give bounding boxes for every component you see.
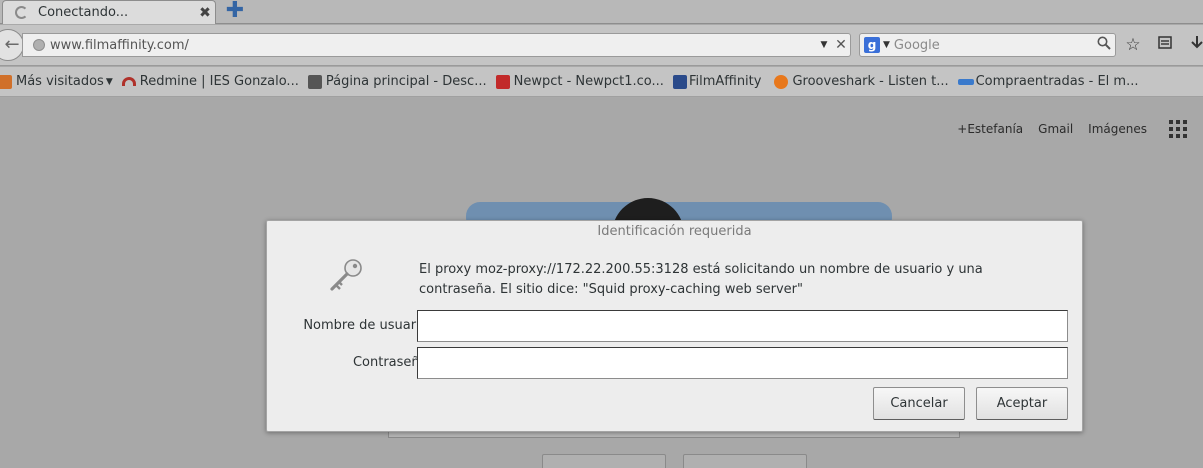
bookmark-label: Grooveshark - Listen t... (792, 74, 949, 89)
redmine-icon (121, 77, 136, 86)
stop-icon[interactable]: ✕ (832, 37, 850, 53)
filmaffinity-icon (672, 74, 687, 89)
folder-icon (0, 74, 12, 89)
bookmark-label: Newpct - Newpct1.co... (513, 74, 664, 89)
proxy-auth-dialog: Identificación requerida El proxy moz-pr… (266, 220, 1083, 432)
cancel-button[interactable]: Cancelar (873, 387, 965, 420)
username-field[interactable] (417, 310, 1068, 342)
url-text[interactable]: www.filmaffinity.com/ (50, 38, 816, 53)
password-field[interactable] (417, 347, 1068, 379)
back-arrow-icon[interactable]: ← (0, 29, 24, 61)
bookmark-mas-visitados[interactable]: Más visitados ▼ (0, 74, 113, 89)
search-input[interactable]: Google (894, 38, 1093, 53)
google-search-button[interactable] (542, 454, 666, 468)
username-label: Nombre de usuario: (303, 318, 432, 333)
wiki-icon (307, 74, 322, 89)
bookmark-label: Redmine | IES Gonzalo... (139, 74, 299, 89)
newpct-icon (495, 74, 510, 89)
tab-loading[interactable]: Conectando... ✖ (2, 0, 216, 24)
bookmarks-list-icon[interactable] (1154, 33, 1176, 57)
tab-close-icon[interactable]: ✖ (195, 5, 215, 21)
globe-icon (33, 39, 45, 51)
bookmark-newpct[interactable]: Newpct - Newpct1.co... (495, 74, 664, 89)
bookmark-label: Más visitados (16, 74, 104, 89)
new-tab-icon[interactable]: ✚ (224, 0, 246, 22)
tab-strip: Conectando... ✖ ✚ (0, 0, 1203, 24)
search-bar[interactable]: g ▼ Google (859, 33, 1116, 57)
bookmark-grooveshark[interactable]: Grooveshark - Listen t... (774, 74, 949, 89)
bookmark-label: Compraentradas - El m... (975, 74, 1139, 89)
images-link[interactable]: Imágenes (1088, 122, 1147, 136)
gmail-link[interactable]: Gmail (1038, 122, 1073, 136)
google-top-links: +Estefanía Gmail Imágenes (957, 122, 1147, 136)
dialog-message: El proxy moz-proxy://172.22.200.55:3128 … (419, 262, 983, 297)
engine-dropdown-icon[interactable]: ▼ (883, 40, 890, 50)
tab-title: Conectando... (38, 5, 129, 20)
grooveshark-icon (774, 74, 789, 89)
bookmark-label: Página principal - Desc... (325, 74, 487, 89)
chevron-down-icon: ▼ (105, 76, 113, 87)
bookmark-label: FilmAffinity (688, 74, 762, 89)
bookmark-redmine[interactable]: Redmine | IES Gonzalo... (121, 74, 299, 89)
bookmark-compraentradas[interactable]: Compraentradas - El m... (957, 74, 1139, 89)
bookmark-star-icon[interactable]: ☆ (1122, 33, 1144, 57)
downloads-icon[interactable] (1186, 33, 1203, 57)
google-icon[interactable]: g (864, 37, 880, 53)
loading-spinner-icon (15, 6, 28, 19)
history-dropdown-icon[interactable]: ▼ (816, 40, 832, 50)
dialog-title: Identificación requerida (597, 224, 752, 239)
bookmarks-toolbar: Más visitados ▼ Redmine | IES Gonzalo...… (0, 67, 1203, 97)
bookmark-pagina-principal[interactable]: Página principal - Desc... (307, 74, 487, 89)
url-bar[interactable]: www.filmaffinity.com/ ▼ ✕ (22, 33, 851, 57)
key-icon (326, 256, 366, 296)
navigation-toolbar: ← www.filmaffinity.com/ ▼ ✕ g ▼ Google ☆ (0, 25, 1203, 66)
apps-grid-icon[interactable] (1169, 120, 1187, 138)
compraentradas-icon (957, 78, 974, 85)
google-lucky-button[interactable] (683, 454, 807, 468)
accept-button[interactable]: Aceptar (976, 387, 1068, 420)
bookmark-filmaffinity[interactable]: FilmAffinity (672, 74, 762, 89)
profile-link[interactable]: +Estefanía (957, 122, 1023, 136)
magnifier-icon[interactable] (1093, 36, 1115, 54)
